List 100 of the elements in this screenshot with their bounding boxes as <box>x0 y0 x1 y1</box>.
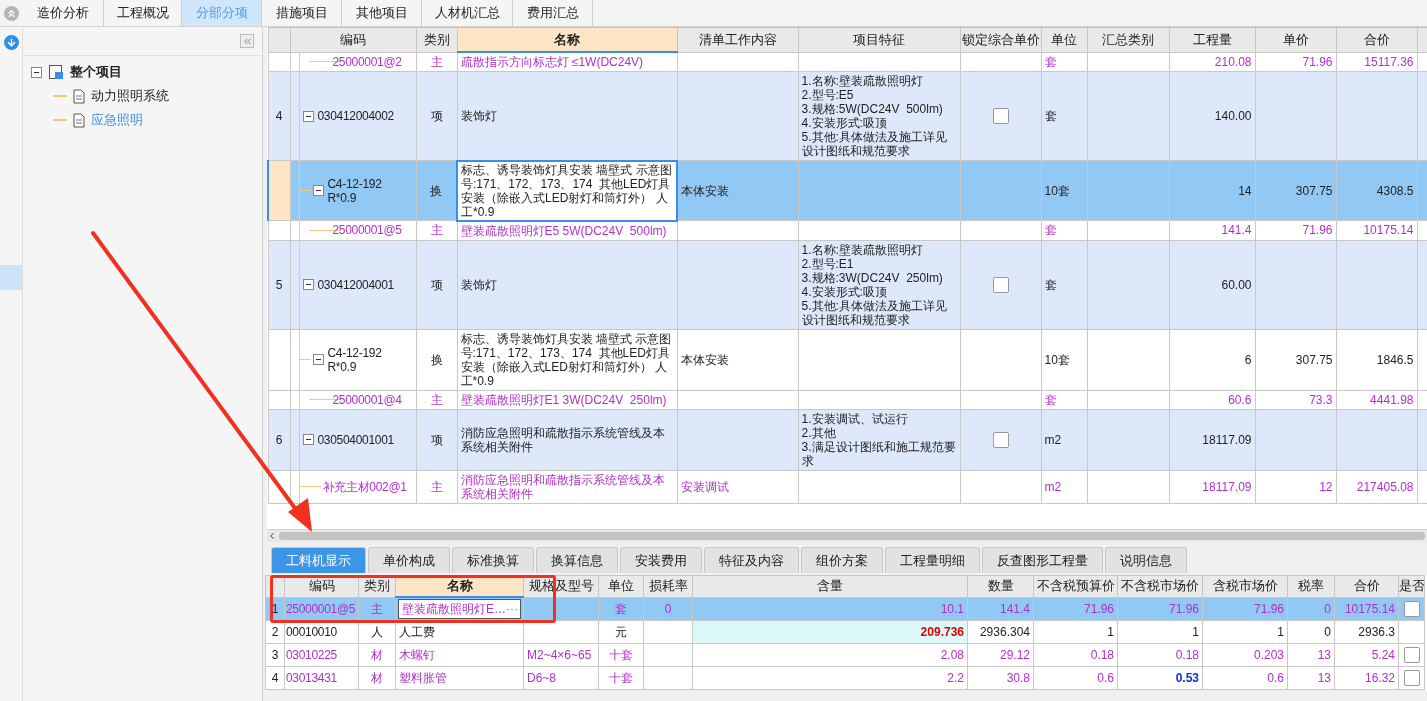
checkbox[interactable] <box>992 431 1009 448</box>
quantity-cell: 6 <box>1244 352 1252 367</box>
quantity-cell: 18117.09 <box>1202 479 1252 494</box>
tree-item[interactable]: 动力照明系统 <box>91 87 169 105</box>
category-cell: 主 <box>430 479 443 494</box>
unit-cell: 套 <box>1044 54 1057 69</box>
column-header[interactable]: 锁定综合单价 <box>960 27 1041 52</box>
row-number: 3 <box>271 648 279 662</box>
checkbox[interactable] <box>1403 600 1420 617</box>
tab[interactable]: 工程量明细 <box>885 547 980 573</box>
table-cell: 0.6 <box>1267 671 1284 685</box>
total-cell: 1846.5 <box>1376 352 1414 367</box>
code-cell: 25000001@5 <box>332 223 402 238</box>
column-header[interactable]: 单价 <box>1255 27 1336 52</box>
tree-connector-icon <box>53 95 67 97</box>
column-header[interactable]: 合价 <box>1334 575 1399 597</box>
column-header[interactable]: 单位 <box>1041 27 1087 52</box>
table-cell: 30.8 <box>1006 671 1030 685</box>
name-cell: 疏散指示方向标志灯 ≤1W(DC24V) <box>460 55 644 69</box>
unit-cell: 套 <box>1044 223 1057 238</box>
collapse-icon[interactable] <box>312 354 324 365</box>
collapse-icon[interactable] <box>31 66 42 78</box>
column-header[interactable]: 编码 <box>290 27 416 52</box>
table-cell: 0 <box>1324 601 1331 616</box>
row-number: 5 <box>275 277 283 292</box>
code-cell: 25000001@2 <box>332 54 402 69</box>
tree-connector-icon <box>53 119 67 121</box>
tree-item[interactable]: 整个项目 <box>70 63 122 81</box>
unit-cell: m2 <box>1044 432 1062 447</box>
collapse-icon[interactable] <box>302 279 314 290</box>
unit-cell: 10套 <box>1044 183 1070 198</box>
browse-button[interactable]: ··· <box>506 602 518 616</box>
table-cell: 1 <box>1277 625 1284 639</box>
column-header[interactable]: 项目特征 <box>798 27 960 52</box>
table-cell: 03010225 <box>286 648 337 662</box>
tab[interactable]: 组价方案 <box>801 547 883 573</box>
column-header[interactable]: 类别 <box>416 27 457 52</box>
column-header[interactable]: 损耗率 <box>643 575 693 597</box>
column-header[interactable]: 工程量 <box>1169 27 1255 52</box>
table-cell: D6~8 <box>527 671 557 685</box>
tab[interactable]: 特征及内容 <box>704 547 799 573</box>
work-content-cell: 本体安装 <box>680 352 729 367</box>
tab[interactable]: 换算信息 <box>536 547 618 573</box>
feature-text: 1.安装调试、试运行 2.其他 3.满足设计图纸和施工规范要求 <box>801 411 956 468</box>
scroll-left-icon[interactable] <box>267 531 277 541</box>
feature-text: 1.名称:壁装疏散照明灯 2.型号:E5 3.规格:5W(DC24V 500lm) 4.安装形式:吸顶 5.其他:具体做法及施工详见设计图纸和规范要求 <box>801 74 947 158</box>
code-cell: 030412004001 <box>317 277 394 292</box>
column-header[interactable]: 不含税预算价 <box>1033 575 1118 597</box>
scrollbar-thumb[interactable] <box>279 532 1425 540</box>
download-icon[interactable] <box>3 35 19 50</box>
table-cell: 人工费 <box>399 625 435 639</box>
table-cell: 元 <box>615 625 627 639</box>
tab[interactable]: 单价构成 <box>368 547 450 573</box>
table-cell: 71.96 <box>1168 601 1199 616</box>
quantity-cell: 60.6 <box>1228 392 1252 407</box>
tab[interactable]: 安装费用 <box>620 547 702 573</box>
collapse-icon[interactable] <box>312 185 324 196</box>
code-cell: 补充主材002@1 <box>322 479 407 494</box>
collapse-icon[interactable] <box>302 110 314 122</box>
table-cell: 13 <box>1317 671 1331 685</box>
quantity-cell: 141.4 <box>1221 223 1252 238</box>
tab[interactable]: 标准换算 <box>452 547 534 573</box>
name-cell: 标志、诱导装饰灯具安装 墙壁式 示意图号:171、172、173、174 其他LED灯具安装（除嵌入式LED射灯和筒灯外） 人工*0.9 <box>460 331 672 388</box>
tab[interactable]: 反查图形工程量 <box>982 547 1103 573</box>
collapse-panel-button[interactable] <box>240 34 254 48</box>
column-header[interactable]: 合价 <box>1336 27 1417 52</box>
table-cell: 塑料胀管 <box>399 671 447 685</box>
column-header[interactable]: 数量 <box>967 575 1034 597</box>
checkbox[interactable] <box>1403 647 1420 663</box>
unit-cell: 套 <box>1044 277 1057 292</box>
checkbox[interactable] <box>992 108 1009 124</box>
table-cell: 71.96 <box>1253 601 1284 616</box>
collapse-up-icon[interactable] <box>3 5 19 21</box>
column-header[interactable]: 含税市场价 <box>1202 575 1288 597</box>
table-cell: 0 <box>1324 625 1331 639</box>
row-number: 6 <box>275 432 283 447</box>
quantity-cell: 14 <box>1238 183 1252 198</box>
column-header[interactable]: 名称 <box>457 27 677 52</box>
tab[interactable]: 说明信息 <box>1105 547 1187 573</box>
document-icon <box>73 88 85 104</box>
name-cell: 壁装疏散照明灯E5 5W(DC24V 500lm) <box>460 223 667 238</box>
quantity-cell: 140.00 <box>1214 109 1252 123</box>
name-field[interactable]: 壁装疏散照明灯E…··· <box>398 599 521 619</box>
price-cell: 71.96 <box>1302 54 1333 69</box>
price-cell: 307.75 <box>1295 183 1333 198</box>
table-cell: 十套 <box>609 648 633 662</box>
column-header[interactable]: 汇总类别 <box>1087 27 1169 52</box>
column-header[interactable]: 不含税市场价 <box>1117 575 1203 597</box>
collapse-icon[interactable] <box>302 434 314 445</box>
name-field[interactable]: 标志、诱导装饰灯具安装 墙壁式 示意图号:171、172、173、174 其他LED灯具安装（除嵌入式LED射灯和筒灯外） 人工*0.9 <box>457 160 677 221</box>
work-content-cell: 本体安装 <box>681 183 729 198</box>
column-header[interactable]: 单位 <box>598 575 644 597</box>
checkbox[interactable] <box>1403 670 1420 686</box>
table-cell: 25000001@5 <box>286 601 356 616</box>
table-cell: 00010010 <box>286 625 337 639</box>
column-header[interactable]: 税率 <box>1287 575 1335 597</box>
table-cell: 十套 <box>609 671 633 685</box>
column-header[interactable]: 清单工作内容 <box>677 27 798 52</box>
checkbox[interactable] <box>992 276 1009 293</box>
column-header[interactable]: 含量 <box>692 575 968 597</box>
